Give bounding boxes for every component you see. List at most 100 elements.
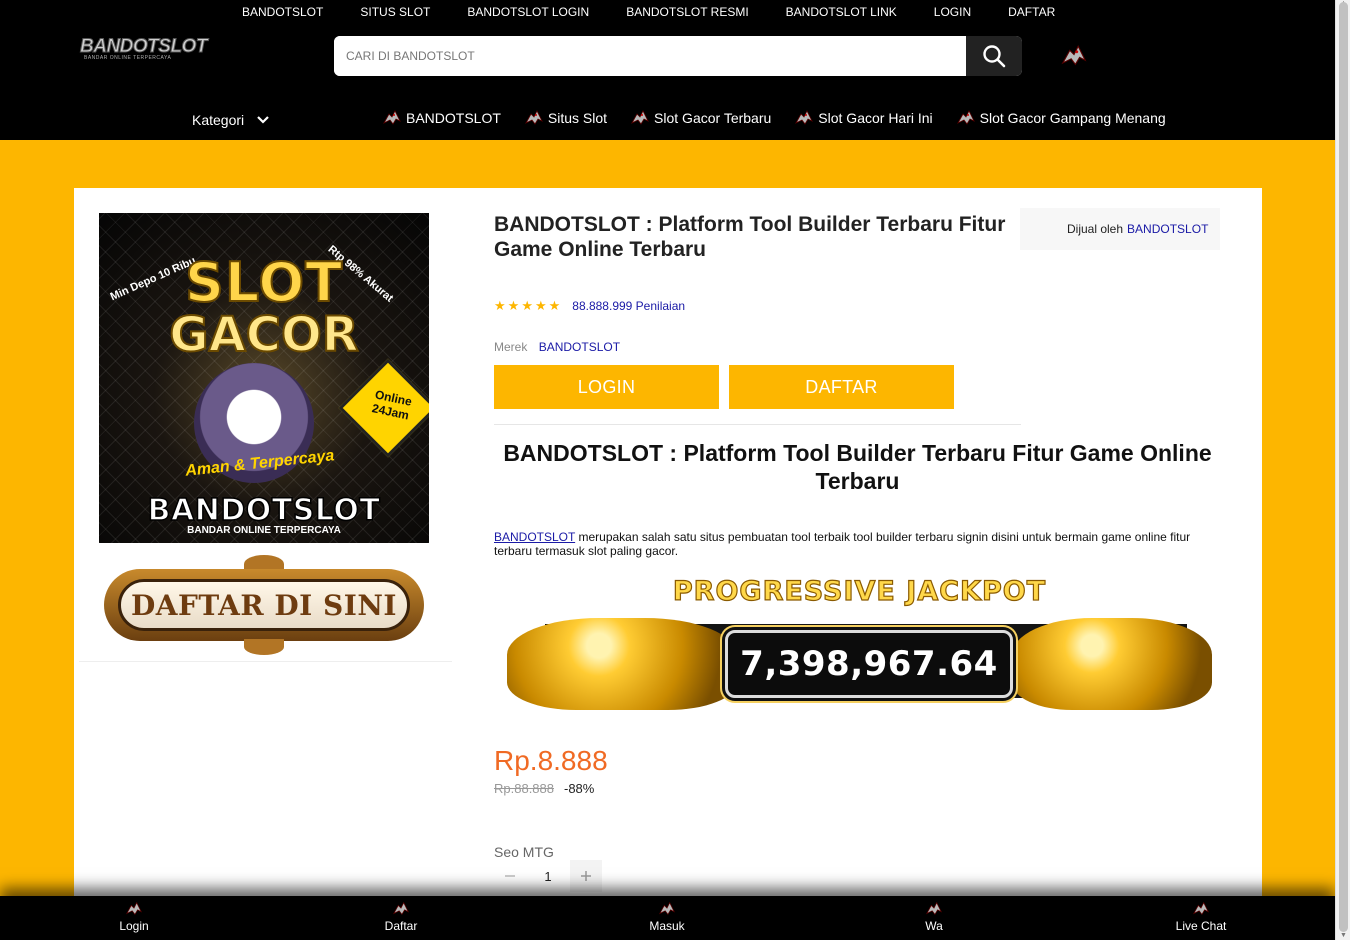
chevron-down-icon bbox=[257, 116, 269, 124]
product-title: BANDOTSLOT : Platform Tool Builder Terba… bbox=[494, 213, 1006, 261]
category-label: Situs Slot bbox=[547, 110, 608, 126]
topnav-link-daftar[interactable]: DAFTAR bbox=[1008, 0, 1055, 24]
description-text: merupakan salah satu situs pembuatan too… bbox=[494, 530, 1191, 558]
merek-link[interactable]: BANDOTSLOT bbox=[539, 340, 620, 354]
hero-title-gacor: GACOR bbox=[168, 306, 360, 364]
dragon-icon bbox=[794, 108, 814, 128]
gold-coins-left bbox=[507, 618, 737, 710]
bottom-nav-wa[interactable]: Wa bbox=[894, 900, 974, 933]
hero-brand-sub: BANDAR ONLINE TERPERCAYA bbox=[187, 525, 341, 536]
scroll-down-arrow-icon[interactable]: ▼ bbox=[1339, 932, 1348, 940]
bottom-nav-label: Wa bbox=[925, 919, 943, 933]
rating-count[interactable]: 88.888.999 Penilaian bbox=[572, 299, 685, 313]
category-list: BANDOTSLOT Situs Slot Slot Gacor Terbaru… bbox=[382, 108, 1189, 128]
description-link[interactable]: BANDOTSLOT bbox=[494, 530, 575, 544]
page: BANDOTSLOT SITUS SLOT BANDOTSLOT LOGIN B… bbox=[0, 0, 1335, 940]
bottom-nav: Login Daftar Masuk Wa Live Chat bbox=[0, 896, 1335, 940]
dragon-icon bbox=[630, 108, 650, 128]
description-heading: BANDOTSLOT : Platform Tool Builder Terba… bbox=[503, 440, 1212, 494]
quantity-value[interactable]: 1 bbox=[526, 869, 570, 884]
brand-row: Merek BANDOTSLOT bbox=[494, 340, 620, 354]
dragon-icon bbox=[392, 900, 410, 918]
dragon-icon bbox=[125, 900, 143, 918]
kategori-label: Kategori bbox=[192, 112, 245, 128]
category-item-bandotslot[interactable]: BANDOTSLOT bbox=[382, 108, 501, 128]
category-label: Slot Gacor Gampang Menang bbox=[979, 110, 1166, 126]
hero-title-slot: SLOT bbox=[184, 250, 344, 315]
quantity-stepper: 1 bbox=[494, 860, 602, 892]
product-image[interactable]: Min Depo 10 Ribu Rtp 98% Akurat SLOT GAC… bbox=[99, 213, 429, 543]
dragon-icon bbox=[925, 900, 943, 918]
gold-coins-right bbox=[1012, 618, 1212, 710]
price: Rp.8.888 bbox=[494, 745, 608, 776]
topnav-link-login[interactable]: LOGIN bbox=[934, 0, 971, 24]
star-icon: ★ bbox=[494, 298, 506, 313]
site-logo[interactable]: BANDOTSLOT BANDAR ONLINE TERPERCAYA bbox=[80, 36, 208, 62]
star-icon: ★ bbox=[534, 298, 547, 313]
search-bar bbox=[334, 36, 1022, 76]
rating: ★ ★ ★ ★ ★ 88.888.999 Penilaian bbox=[494, 298, 685, 314]
star-icon: ★ bbox=[548, 298, 561, 313]
dragon-icon bbox=[382, 108, 402, 128]
bottom-nav-masuk[interactable]: Masuk bbox=[627, 900, 707, 933]
category-item-slot-gacor-hari-ini[interactable]: Slot Gacor Hari Ini bbox=[794, 108, 933, 128]
decrease-button[interactable] bbox=[494, 860, 526, 892]
seller-box: Dijual oleh BANDOTSLOT bbox=[1020, 208, 1220, 250]
top-nav: BANDOTSLOT SITUS SLOT BANDOTSLOT LOGIN B… bbox=[242, 0, 1092, 24]
category-label: BANDOTSLOT bbox=[406, 110, 501, 126]
dragon-icon bbox=[956, 108, 976, 128]
search-button[interactable] bbox=[966, 36, 1022, 76]
topnav-link-link[interactable]: BANDOTSLOT LINK bbox=[786, 0, 897, 24]
daftar-button[interactable]: DAFTAR bbox=[729, 365, 954, 409]
product-card: Min Depo 10 Ribu Rtp 98% Akurat SLOT GAC… bbox=[74, 188, 1262, 940]
dragon-icon bbox=[524, 108, 544, 128]
dragon-cart-icon[interactable] bbox=[1060, 42, 1088, 70]
category-label: Slot Gacor Hari Ini bbox=[818, 110, 933, 126]
header: BANDOTSLOT SITUS SLOT BANDOTSLOT LOGIN B… bbox=[0, 0, 1335, 140]
login-button[interactable]: LOGIN bbox=[494, 365, 719, 409]
old-price: Rp.88.888 bbox=[494, 781, 554, 796]
bottom-nav-label: Login bbox=[119, 919, 149, 933]
seller-prefix: Dijual oleh bbox=[1067, 222, 1124, 236]
star-icon: ★ bbox=[521, 298, 533, 313]
bottom-nav-label: Daftar bbox=[384, 919, 418, 933]
progressive-jackpot-banner: PROGRESSIVE JACKPOT 7,398,967.64 bbox=[507, 575, 1212, 718]
description: BANDOTSLOT merupakan salah satu situs pe… bbox=[494, 530, 1229, 558]
banner-ornament bbox=[244, 639, 284, 655]
jackpot-value: 7,398,967.64 bbox=[740, 644, 998, 684]
star-icon: ★ bbox=[507, 298, 520, 313]
jackpot-title: PROGRESSIVE JACKPOT bbox=[672, 575, 1047, 607]
category-item-slot-gacor-gampang-menang[interactable]: Slot Gacor Gampang Menang bbox=[956, 108, 1166, 128]
category-item-situs-slot[interactable]: Situs Slot bbox=[524, 108, 607, 128]
category-nav: Kategori BANDOTSLOT Situs Slot Slot Gaco… bbox=[0, 100, 1335, 140]
seller-link[interactable]: BANDOTSLOT bbox=[1127, 222, 1208, 236]
daftar-di-sini-banner[interactable]: DAFTAR DI SINI bbox=[104, 555, 424, 655]
increase-button[interactable] bbox=[570, 860, 602, 892]
bottom-nav-label: Live Chat bbox=[1175, 919, 1227, 933]
category-label: Slot Gacor Terbaru bbox=[654, 110, 772, 126]
discount: -88% bbox=[564, 781, 595, 796]
category-item-slot-gacor-terbaru[interactable]: Slot Gacor Terbaru bbox=[630, 108, 771, 128]
divider bbox=[494, 424, 1021, 425]
bottom-nav-live-chat[interactable]: Live Chat bbox=[1161, 900, 1241, 933]
topnav-link-resmi[interactable]: BANDOTSLOT RESMI bbox=[626, 0, 748, 24]
scrollbar-thumb[interactable] bbox=[1339, 2, 1348, 932]
kategori-dropdown[interactable]: Kategori bbox=[192, 112, 270, 128]
topnav-link-situs-slot[interactable]: SITUS SLOT bbox=[360, 0, 430, 24]
plus-icon bbox=[581, 871, 591, 881]
scrollbar[interactable]: ▲ ▼ bbox=[1335, 0, 1350, 940]
variant-label: Seo MTG bbox=[494, 844, 554, 860]
topnav-link-bandotslot[interactable]: BANDOTSLOT bbox=[242, 0, 323, 24]
dragon-icon bbox=[658, 900, 676, 918]
dragon-icon bbox=[1192, 900, 1210, 918]
search-icon bbox=[983, 45, 1006, 68]
banner-label: DAFTAR DI SINI bbox=[130, 589, 398, 622]
bottom-nav-label: Masuk bbox=[649, 919, 685, 933]
minus-icon bbox=[505, 875, 515, 877]
search-input[interactable] bbox=[334, 36, 966, 76]
hero-brand: BANDOTSLOT bbox=[147, 492, 381, 529]
merek-label: Merek bbox=[494, 340, 528, 354]
bottom-nav-login[interactable]: Login bbox=[94, 900, 174, 933]
bottom-nav-daftar[interactable]: Daftar bbox=[361, 900, 441, 933]
topnav-link-login-page[interactable]: BANDOTSLOT LOGIN bbox=[467, 0, 589, 24]
